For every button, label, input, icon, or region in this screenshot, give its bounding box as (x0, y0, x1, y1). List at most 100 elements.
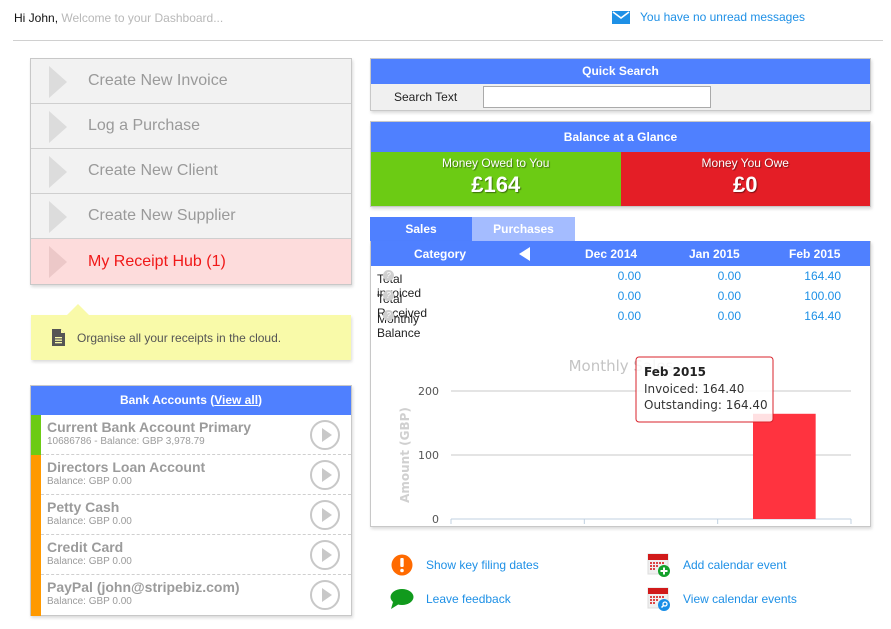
cell-value[interactable]: 0.00 (571, 289, 641, 303)
column-header-month: Feb 2015 (789, 247, 841, 261)
row-category: Total Received? (377, 289, 427, 320)
bank-account-row[interactable]: PayPal (john@stripebiz.com) Balance: GBP… (31, 575, 351, 616)
table-row: Total invoiced? 0.00 0.00 164.40 (371, 266, 870, 300)
search-label: Search Text (394, 90, 458, 104)
cell-value[interactable]: 0.00 (671, 289, 741, 303)
money-owed-to-you[interactable]: Money Owed to You £164 (371, 152, 621, 206)
account-status-bar (31, 495, 41, 535)
link-label: View calendar events (683, 592, 797, 606)
action-label: Create New Invoice (88, 72, 228, 89)
search-input[interactable] (483, 86, 711, 108)
cell-value[interactable]: 0.00 (571, 269, 641, 283)
money-you-owe[interactable]: Money You Owe £0 (620, 152, 870, 206)
tooltip-title: Feb 2015 (644, 365, 706, 379)
arrow-right-icon (49, 66, 67, 98)
row-category: Monthly Balance? (377, 309, 420, 340)
sales-panel: Sales Purchases Category Dec 2014 Jan 20… (370, 217, 871, 539)
account-balance: Balance: GBP 0.00 (47, 516, 132, 527)
account-name: PayPal (john@stripebiz.com) (47, 579, 240, 595)
arrow-right-icon (49, 111, 67, 143)
bar[interactable] (753, 413, 816, 519)
receipt-hub-button[interactable]: My Receipt Hub (1) (31, 239, 351, 284)
bank-account-row[interactable]: Directors Loan Account Balance: GBP 0.00 (31, 455, 351, 495)
play-circle-icon[interactable] (310, 420, 340, 450)
link-label: Show key filing dates (426, 558, 539, 572)
document-icon (52, 329, 65, 346)
y-tick-label: 0 (432, 513, 439, 526)
show-key-filing-dates-link[interactable]: Show key filing dates (390, 553, 539, 577)
balance-glance-title: Balance at a Glance (371, 122, 870, 152)
previous-period-arrow-icon[interactable] (519, 247, 530, 261)
messages-link[interactable]: You have no unread messages (612, 10, 805, 24)
quick-actions: Create New Invoice Log a Purchase Create… (30, 58, 352, 285)
play-circle-icon[interactable] (310, 460, 340, 490)
tab-sales[interactable]: Sales (370, 217, 472, 241)
calendar-search-icon (647, 587, 671, 611)
play-circle-icon[interactable] (310, 580, 340, 610)
sales-table: Category Dec 2014 Jan 2015 Feb 2015 Tota… (370, 241, 871, 539)
add-calendar-event-link[interactable]: Add calendar event (647, 553, 786, 577)
money-owed-label: Money Owed to You (442, 156, 550, 170)
column-header-month: Dec 2014 (585, 247, 638, 261)
header-divider (13, 40, 883, 41)
leave-feedback-link[interactable]: Leave feedback (390, 587, 511, 611)
cell-value[interactable]: 0.00 (671, 269, 741, 283)
cell-value[interactable]: 164.40 (771, 269, 841, 283)
chart-tooltip: Feb 2015 Invoiced: 164.40 Outstanding: 1… (635, 356, 774, 423)
column-header-category: Category (414, 247, 467, 261)
bank-accounts-title-end: ) (258, 393, 263, 407)
tab-purchases[interactable]: Purchases (472, 217, 575, 241)
column-header-month: Jan 2015 (689, 247, 740, 261)
account-name: Directors Loan Account (47, 459, 206, 475)
link-label: Add calendar event (683, 558, 787, 572)
speech-bubble-icon (390, 587, 414, 611)
account-name: Credit Card (47, 539, 124, 555)
cell-value[interactable]: 0.00 (671, 309, 741, 323)
sales-table-header: Category Dec 2014 Jan 2015 Feb 2015 (371, 241, 870, 266)
money-you-owe-label: Money You Owe (701, 156, 789, 170)
quick-links: Show key filing dates Leave feedback Add… (390, 553, 870, 613)
account-status-bar (31, 535, 41, 575)
sales-tabs: Sales Purchases (370, 217, 575, 241)
greeting-welcome: Welcome to your Dashboard... (58, 11, 224, 25)
chart-svg: Monthly Sales Amount (GBP) 0100200 Dec 2… (398, 356, 852, 539)
bank-account-row[interactable]: Current Bank Account Primary 10686786 - … (31, 415, 351, 455)
y-tick-label: 200 (418, 385, 439, 398)
account-balance: Balance: GBP 0.00 (47, 556, 132, 567)
money-you-owe-value: £0 (733, 172, 758, 197)
account-balance: Balance: GBP 0.00 (47, 476, 132, 487)
account-name: Petty Cash (47, 499, 120, 515)
cell-value[interactable]: 100.00 (771, 289, 841, 303)
bank-account-row[interactable]: Credit Card Balance: GBP 0.00 (31, 535, 351, 575)
quick-search-title: Quick Search (371, 59, 870, 84)
create-invoice-button[interactable]: Create New Invoice (31, 59, 351, 104)
bank-accounts-header: Bank Accounts (View all) (31, 386, 351, 415)
link-label: Leave feedback (426, 592, 511, 606)
money-owed-value: £164 (471, 172, 521, 197)
arrow-right-icon (49, 201, 67, 233)
messages-text: You have no unread messages (640, 10, 806, 24)
play-circle-icon[interactable] (310, 540, 340, 570)
cell-value[interactable]: 0.00 (571, 309, 641, 323)
top-bar: Hi John, Welcome to your Dashboard... Yo… (0, 0, 891, 40)
cell-value[interactable]: 164.40 (771, 309, 841, 323)
action-label: Create New Client (88, 162, 218, 179)
view-all-link[interactable]: View all (214, 393, 258, 407)
y-tick-label: 100 (418, 449, 439, 462)
log-purchase-button[interactable]: Log a Purchase (31, 104, 351, 149)
calendar-add-icon (647, 553, 671, 577)
play-circle-icon[interactable] (310, 500, 340, 530)
action-label: Create New Supplier (88, 207, 236, 224)
y-axis-label: Amount (GBP) (398, 407, 412, 503)
create-client-button[interactable]: Create New Client (31, 149, 351, 194)
bank-account-row[interactable]: Petty Cash Balance: GBP 0.00 (31, 495, 351, 535)
alert-icon (390, 553, 414, 577)
account-balance: 10686786 - Balance: GBP 3,978.79 (47, 436, 205, 447)
table-row: Monthly Balance? 0.00 0.00 164.40 (371, 306, 870, 340)
account-status-bar (31, 415, 41, 455)
create-supplier-button[interactable]: Create New Supplier (31, 194, 351, 239)
view-calendar-events-link[interactable]: View calendar events (647, 587, 797, 611)
balance-glance-panel: Balance at a Glance Money Owed to You £1… (370, 121, 871, 207)
greeting: Hi John, Welcome to your Dashboard... (14, 11, 223, 25)
account-status-bar (31, 455, 41, 495)
